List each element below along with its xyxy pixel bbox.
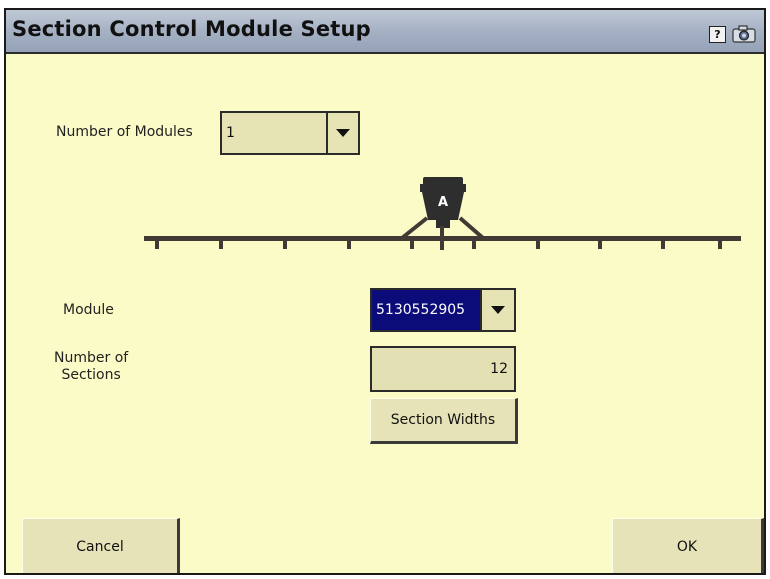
module-value: 5130552905 xyxy=(376,302,466,318)
number-of-sections-field: 12 xyxy=(370,346,516,392)
nozzle xyxy=(472,241,476,249)
boom-leg xyxy=(400,216,429,240)
module-dropdown[interactable]: 5130552905 xyxy=(370,288,516,332)
module-arrow[interactable] xyxy=(480,290,514,330)
ok-button[interactable]: OK xyxy=(612,518,764,573)
chevron-down-icon xyxy=(491,306,505,314)
module-label: Module xyxy=(63,302,114,318)
nozzle xyxy=(155,241,159,249)
number-of-sections-value: 12 xyxy=(490,361,508,377)
number-of-sections-label: Number of Sections xyxy=(54,350,128,384)
number-of-sections-label-line2: Sections xyxy=(61,367,121,383)
nozzle xyxy=(410,241,414,249)
center-post xyxy=(440,226,444,250)
boom-diagram: A xyxy=(144,177,741,250)
boom-leg xyxy=(458,216,485,240)
nozzle xyxy=(661,241,665,249)
setup-window: Section Control Module Setup ? Number of… xyxy=(4,8,766,575)
nozzle xyxy=(536,241,540,249)
cancel-button[interactable]: Cancel xyxy=(22,518,180,573)
nozzle xyxy=(718,241,722,249)
nozzle xyxy=(347,241,351,249)
nozzle xyxy=(283,241,287,249)
module-letter: A xyxy=(438,195,448,210)
nozzle xyxy=(598,241,602,249)
nozzle xyxy=(219,241,223,249)
number-of-sections-label-line1: Number of xyxy=(54,350,129,366)
section-widths-button[interactable]: Section Widths xyxy=(370,398,518,444)
